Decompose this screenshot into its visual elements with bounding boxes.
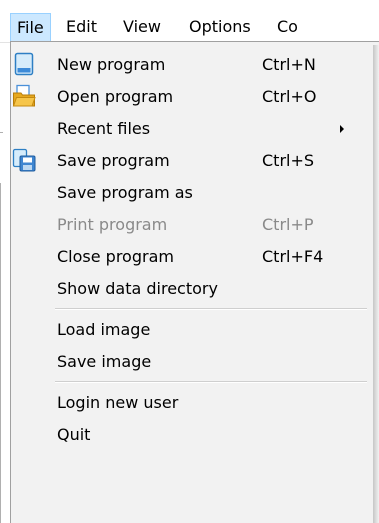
menu-options[interactable]: Options (189, 13, 251, 41)
menu-item-label: Save program as (57, 183, 193, 202)
menu-item-save-program-as[interactable]: Save program as (11, 177, 371, 209)
menu-item-open-program[interactable]: Open program Ctrl+O (11, 81, 371, 113)
menu-separator-highlight (55, 382, 367, 383)
menu-edit[interactable]: Edit (66, 13, 97, 41)
menu-item-print-program: Print program Ctrl+P (11, 209, 371, 241)
menu-item-quit[interactable]: Quit (11, 419, 371, 451)
menu-item-label: Open program (57, 87, 174, 106)
menu-co[interactable]: Co (277, 13, 298, 41)
menu-view[interactable]: View (123, 13, 161, 41)
menu-item-label: Close program (57, 247, 174, 266)
menu-separator-highlight (55, 309, 367, 310)
open-folder-icon (12, 84, 36, 108)
menu-item-shortcut: Ctrl+N (262, 55, 316, 74)
menu-item-load-image[interactable]: Load image (11, 314, 371, 346)
menu-bar: File Edit View Options Co (0, 0, 379, 42)
menu-item-login-new-user[interactable]: Login new user (11, 387, 371, 419)
menu-item-label: Login new user (57, 393, 179, 412)
menu-file[interactable]: File (10, 13, 51, 42)
menu-item-label: New program (57, 55, 166, 74)
submenu-arrow-icon (340, 125, 344, 133)
menu-item-recent-files[interactable]: Recent files (11, 113, 371, 145)
menu-item-shortcut: Ctrl+S (262, 151, 315, 170)
menu-item-label: Print program (57, 215, 168, 234)
new-file-icon (12, 52, 36, 76)
menu-item-shortcut: Ctrl+P (262, 215, 314, 234)
menu-item-label: Quit (57, 425, 91, 444)
menu-item-save-program[interactable]: Save program Ctrl+S (11, 145, 371, 177)
menu-item-label: Save program (57, 151, 170, 170)
menu-item-shortcut: Ctrl+F4 (262, 247, 324, 266)
menu-item-shortcut: Ctrl+O (262, 87, 317, 106)
menu-shadow (373, 45, 379, 523)
menu-item-label: Load image (57, 320, 151, 339)
background-window-border (0, 183, 1, 523)
menu-item-close-program[interactable]: Close program Ctrl+F4 (11, 241, 371, 273)
background-window-edge (0, 132, 3, 133)
menu-item-save-image[interactable]: Save image (11, 346, 371, 378)
menu-item-new-program[interactable]: New program Ctrl+N (11, 49, 371, 81)
menu-item-label: Show data directory (57, 279, 218, 298)
save-icon (12, 148, 36, 172)
menu-item-label: Recent files (57, 119, 151, 138)
menu-item-show-data-directory[interactable]: Show data directory (11, 273, 371, 305)
menu-item-label: Save image (57, 352, 152, 371)
